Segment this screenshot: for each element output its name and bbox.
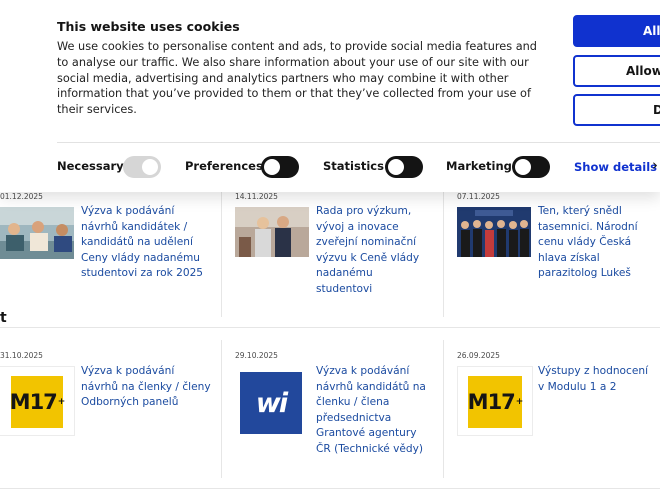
news-thumbnail[interactable] bbox=[0, 207, 74, 259]
toggle-knob bbox=[264, 159, 280, 175]
students-photo-icon bbox=[0, 207, 74, 259]
statistics-toggle[interactable] bbox=[385, 156, 423, 178]
column-divider bbox=[443, 192, 444, 317]
row-divider bbox=[0, 327, 660, 328]
marketing-toggle[interactable] bbox=[512, 156, 550, 178]
column-divider bbox=[221, 340, 222, 478]
news-title-link[interactable]: Ten, který snědl tasemnici. Národní cenu… bbox=[538, 204, 653, 282]
necessary-toggle bbox=[123, 156, 161, 178]
news-title-link[interactable]: Výstupy z hodnocení v Modulu 1 a 2 bbox=[538, 364, 653, 395]
m17-logo-text: M17 bbox=[467, 390, 516, 414]
deny-button[interactable]: Deny bbox=[573, 94, 660, 126]
column-divider bbox=[443, 340, 444, 478]
toggle-knob bbox=[388, 159, 404, 175]
cookie-description: We use cookies to personalise content an… bbox=[57, 40, 537, 117]
m17-logo-icon: M17 + bbox=[9, 376, 65, 428]
cookie-category-row: t Necessary Preferences Statistics Marke… bbox=[0, 154, 660, 326]
news-thumbnail[interactable]: M17 + bbox=[0, 366, 75, 436]
news-thumbnail[interactable]: wi bbox=[235, 366, 307, 438]
toggle-label-marketing: Marketing bbox=[446, 159, 512, 173]
toggle-label-preferences: Preferences bbox=[185, 159, 263, 173]
m17-logo-plus: + bbox=[57, 397, 65, 407]
news-date: 29.10.2025 bbox=[235, 351, 278, 360]
column-divider bbox=[221, 192, 222, 317]
news-thumbnail[interactable] bbox=[235, 207, 309, 257]
preferences-toggle[interactable] bbox=[261, 156, 299, 178]
m17-logo-plus: + bbox=[515, 397, 523, 407]
allow-selection-button[interactable]: Allow selection bbox=[573, 55, 660, 87]
news-title-link[interactable]: Výzva k podávání návrhů kandidátů na čle… bbox=[316, 364, 434, 457]
cookie-banner: This website uses cookies We use cookies… bbox=[0, 0, 660, 326]
news-title-link[interactable]: Výzva k podávání návrhů kandidátek / kan… bbox=[81, 204, 211, 282]
chevron-right-icon[interactable]: › bbox=[652, 156, 658, 174]
group-photo-icon bbox=[457, 207, 531, 257]
news-date: 26.09.2025 bbox=[457, 351, 500, 360]
news-title-link[interactable]: Výzva k podávání návrhů na členky / člen… bbox=[81, 364, 211, 411]
show-details-link[interactable]: Show details bbox=[574, 160, 657, 174]
news-thumbnail[interactable]: M17 + bbox=[457, 366, 533, 436]
cookie-title: This website uses cookies bbox=[57, 19, 240, 34]
m17-logo-text: M17 bbox=[9, 390, 58, 414]
news-thumbnail[interactable] bbox=[457, 207, 531, 257]
news-title-link[interactable]: Rada pro výzkum, vývoj a inovace zveřejn… bbox=[316, 204, 431, 297]
m17-logo-icon: M17 + bbox=[467, 376, 523, 428]
news-date: 31.10.2025 bbox=[0, 351, 43, 360]
news-date: 01.12.2025 bbox=[0, 192, 43, 201]
toggle-knob bbox=[142, 159, 158, 175]
toggle-label-necessary: Necessary bbox=[57, 159, 124, 173]
toggle-label-statistics: Statistics bbox=[323, 159, 384, 173]
toggle-knob bbox=[515, 159, 531, 175]
news-date: 07.11.2025 bbox=[457, 192, 500, 201]
banner-divider bbox=[57, 142, 660, 143]
news-date: 14.11.2025 bbox=[235, 192, 278, 201]
site-logo-fragment: t bbox=[0, 310, 7, 326]
allow-all-button[interactable]: Allow all bbox=[573, 15, 660, 47]
handshake-photo-icon bbox=[235, 207, 309, 257]
wi-logo-icon: wi bbox=[240, 372, 302, 434]
row-divider bbox=[0, 488, 660, 489]
